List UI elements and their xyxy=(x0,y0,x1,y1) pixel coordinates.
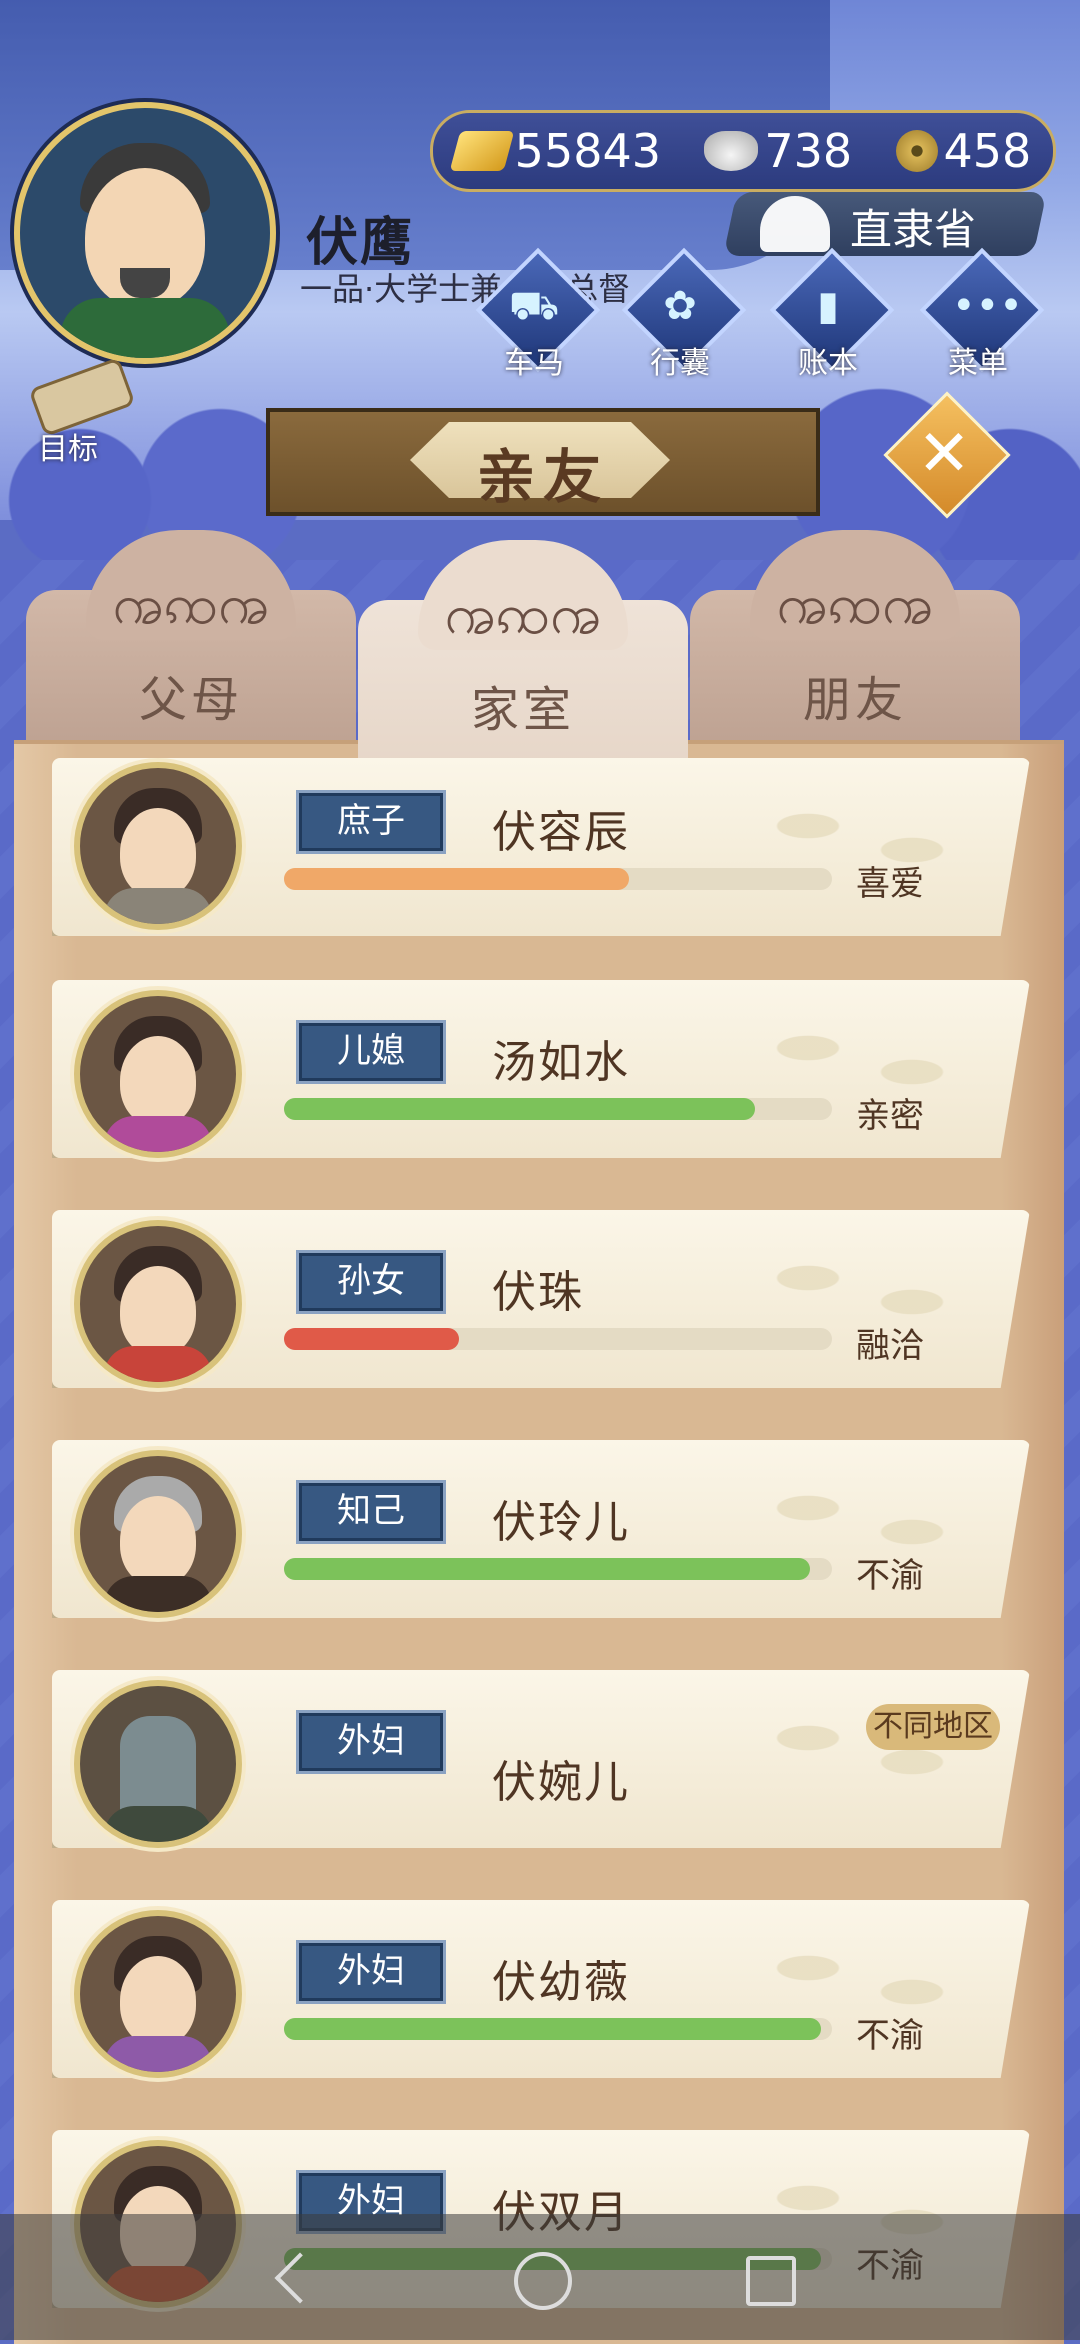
affection-bar xyxy=(284,1558,832,1580)
tab-family-label: 家室 xyxy=(470,682,575,738)
currency-silver: 738 xyxy=(704,124,852,178)
tab-parents-label: 父母 xyxy=(138,672,243,728)
cloud-swirl-icon: ꩠꩡꩠ xyxy=(444,582,602,647)
relative-avatar[interactable] xyxy=(74,1220,242,1388)
affection-fill xyxy=(284,1558,811,1580)
home-icon[interactable] xyxy=(514,2252,572,2310)
relative-avatar[interactable] xyxy=(74,1910,242,2078)
silver-amount: 738 xyxy=(764,124,853,178)
cloud-swirl-icon: ꩠꩡꩠ xyxy=(776,572,934,637)
goal-label: 目标 xyxy=(38,432,98,467)
player-avatar[interactable] xyxy=(14,102,276,364)
relation-tag: 知己 xyxy=(296,1480,446,1544)
affection-fill xyxy=(284,1328,460,1350)
nav-carriage-button[interactable]: ⛟ 车马 xyxy=(475,247,601,381)
copper-coin-icon xyxy=(895,130,938,172)
affection-bar xyxy=(284,1328,832,1350)
menu-icon: ••• xyxy=(952,283,1023,329)
avatar-robe xyxy=(60,298,230,358)
cloud-swirl-icon: ꩠꩡꩠ xyxy=(112,572,270,637)
currency-gold: 55843 xyxy=(449,124,662,178)
banner-title: 亲友 xyxy=(476,443,609,511)
ledger-icon: ▮ xyxy=(816,283,839,329)
nav-bundle-label: 行囊 xyxy=(650,346,710,381)
affection-bar xyxy=(284,2018,832,2040)
affection-status: 亲密 xyxy=(856,1096,924,1136)
tab-friends-label: 朋友 xyxy=(802,672,907,728)
relative-name: 伏玲儿 xyxy=(492,1497,630,1548)
gold-amount: 55843 xyxy=(514,124,662,178)
relative-name: 伏容辰 xyxy=(492,807,630,858)
affection-fill xyxy=(284,868,630,890)
affection-bar xyxy=(284,868,832,890)
affection-bar xyxy=(284,1098,832,1120)
back-icon[interactable] xyxy=(274,2252,326,2304)
affection-fill xyxy=(284,2018,822,2040)
gold-ingot-icon xyxy=(449,131,515,171)
currency-bar: 55843 738 458 xyxy=(430,110,1056,192)
relation-tag: 庶子 xyxy=(296,790,446,854)
relative-avatar[interactable] xyxy=(74,762,242,930)
relative-name: 汤如水 xyxy=(492,1037,630,1088)
tab-friends[interactable]: ꩠꩡꩠ 朋友 xyxy=(690,530,1020,760)
goal-button[interactable]: 目标 xyxy=(18,357,136,467)
nav-menu-button[interactable]: ••• 菜单 xyxy=(919,247,1045,381)
tab-family[interactable]: ꩠꩡꩠ 家室 xyxy=(358,540,688,770)
region-name[interactable]: 直隶省 xyxy=(850,196,976,257)
affection-fill xyxy=(284,1098,756,1120)
relative-name: 伏珠 xyxy=(492,1267,584,1318)
affection-status: 喜爱 xyxy=(856,864,924,904)
nav-carriage-label: 车马 xyxy=(504,346,564,381)
relation-tag: 孙女 xyxy=(296,1250,446,1314)
relative-name: 伏婉儿 xyxy=(492,1757,630,1808)
bundle-icon: ✿ xyxy=(663,283,697,329)
silver-ingot-icon xyxy=(704,131,759,171)
affection-status: 不渝 xyxy=(856,2016,924,2056)
close-icon[interactable]: ✕ xyxy=(908,418,980,490)
relative-avatar[interactable] xyxy=(74,990,242,1158)
relative-avatar[interactable] xyxy=(74,1450,242,1618)
carriage-icon: ⛟ xyxy=(508,283,560,329)
currency-coin: 458 xyxy=(895,124,1032,178)
tab-parents[interactable]: ꩠꩡꩠ 父母 xyxy=(26,530,356,760)
relation-tag: 外妇 xyxy=(296,1940,446,2004)
different-region-chip: 不同地区 xyxy=(866,1704,1000,1750)
relative-name: 伏幼薇 xyxy=(492,1957,630,2008)
coin-amount: 458 xyxy=(943,124,1032,178)
system-navigation-bar xyxy=(0,2214,1080,2340)
relative-avatar-tombstone[interactable] xyxy=(74,1680,242,1848)
nav-ledger-button[interactable]: ▮ 账本 xyxy=(769,247,895,381)
avatar-beard xyxy=(120,268,170,298)
affection-status: 融洽 xyxy=(856,1326,924,1366)
relation-tag: 外妇 xyxy=(296,1710,446,1774)
relation-tag: 儿媳 xyxy=(296,1020,446,1084)
affection-status: 不渝 xyxy=(856,1556,924,1596)
recent-apps-icon[interactable] xyxy=(746,2256,796,2306)
nav-bundle-button[interactable]: ✿ 行囊 xyxy=(621,247,747,381)
title-banner: 亲友 xyxy=(266,408,820,516)
nav-ledger-label: 账本 xyxy=(798,346,858,381)
nav-menu-label: 菜单 xyxy=(948,346,1008,381)
